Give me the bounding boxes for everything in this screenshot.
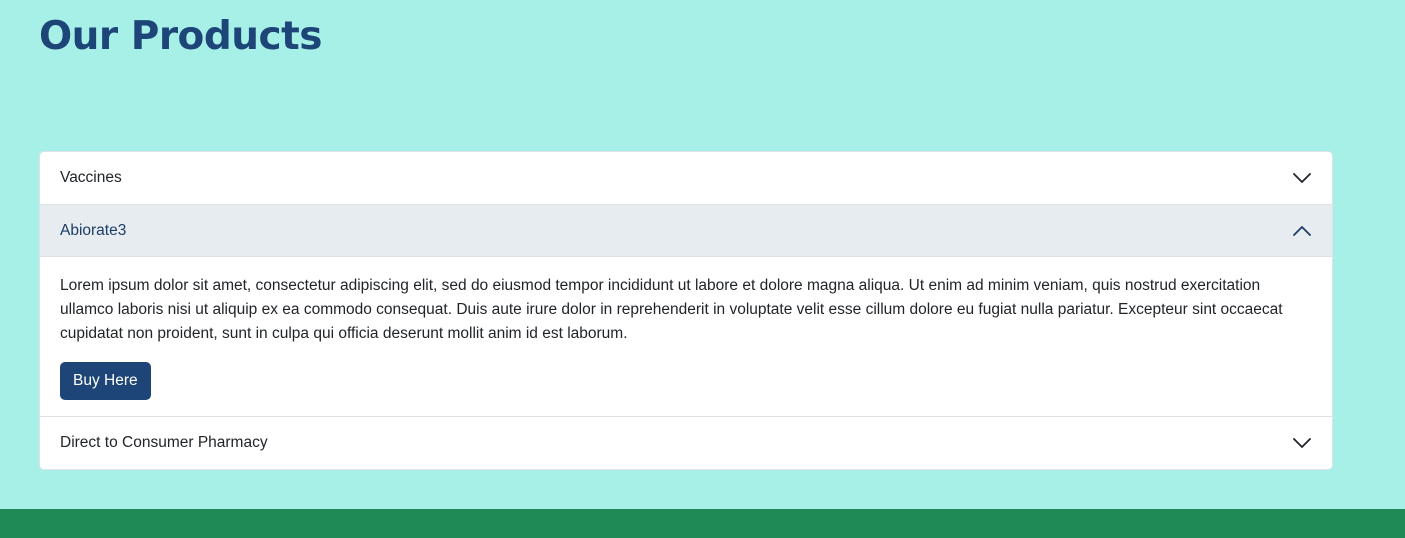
chevron-up-icon (1292, 221, 1312, 241)
products-accordion: Vaccines Abiorate3 Lorem ipsum dolor sit… (39, 151, 1333, 470)
accordion-label: Direct to Consumer Pharmacy (60, 434, 268, 451)
page-title: Our Products (39, 14, 323, 59)
accordion-body-abiorate3: Lorem ipsum dolor sit amet, consectetur … (40, 257, 1332, 416)
accordion-label: Abiorate3 (60, 221, 127, 239)
chevron-down-icon (1292, 433, 1312, 453)
accordion-label: Vaccines (60, 169, 122, 186)
accordion-item-direct-to-consumer-pharmacy: Direct to Consumer Pharmacy (40, 416, 1332, 469)
product-description: Lorem ipsum dolor sit amet, consectetur … (60, 277, 1283, 342)
buy-here-button[interactable]: Buy Here (60, 362, 151, 400)
accordion-header-direct-to-consumer-pharmacy[interactable]: Direct to Consumer Pharmacy (40, 417, 1332, 469)
accordion-header-vaccines[interactable]: Vaccines (40, 152, 1332, 204)
chevron-down-icon (1292, 168, 1312, 188)
accordion-item-vaccines: Vaccines (40, 152, 1332, 204)
accordion-header-abiorate3[interactable]: Abiorate3 (40, 205, 1332, 257)
footer-bar (0, 509, 1405, 538)
accordion-item-abiorate3: Abiorate3 Lorem ipsum dolor sit amet, co… (40, 204, 1332, 416)
